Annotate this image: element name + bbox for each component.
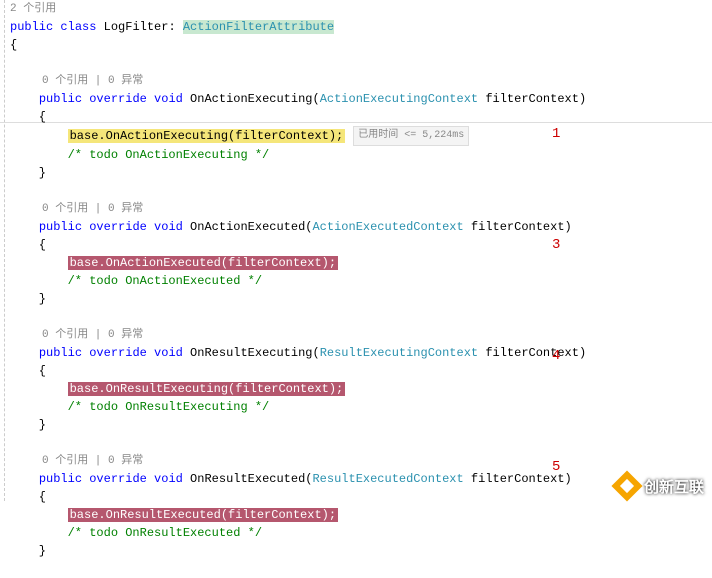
annotation-5: 5 — [552, 459, 560, 475]
base-class: ActionFilterAttribute — [183, 20, 334, 34]
code-editor[interactable]: 2 个引用 public class LogFilter: ActionFilt… — [0, 0, 712, 578]
codelens-method[interactable]: 0 个引用 | 0 异常 — [10, 200, 712, 218]
statement: base.OnActionExecuted(filterContext); — [10, 254, 712, 272]
brace-open: { — [10, 108, 712, 126]
watermark-icon — [611, 470, 642, 501]
blank-line — [10, 182, 712, 200]
blank-line — [10, 308, 712, 326]
comment: /* todo OnActionExecuting */ — [10, 146, 712, 164]
brace-open: { — [10, 236, 712, 254]
method-signature: public override void OnActionExecuting(A… — [10, 90, 712, 108]
comment: /* todo OnResultExecuting */ — [10, 398, 712, 416]
statement: base.OnActionExecuting(filterContext);已用… — [10, 126, 712, 146]
blank-line — [10, 434, 712, 452]
class-declaration: public class LogFilter: ActionFilterAttr… — [10, 18, 712, 36]
indent-guide — [4, 0, 5, 501]
brace-open: { — [10, 488, 712, 506]
brace-open: { — [10, 362, 712, 380]
codelens-method[interactable]: 0 个引用 | 0 异常 — [10, 452, 712, 470]
blank-line — [10, 560, 712, 578]
method-signature: public override void OnActionExecuted(Ac… — [10, 218, 712, 236]
class-name: LogFilter — [104, 20, 169, 34]
watermark-text: 创新互联 — [644, 476, 704, 497]
blank-line — [10, 54, 712, 72]
perf-tip: 已用时间 <= 5,224ms — [353, 126, 469, 146]
brace-open: { — [10, 36, 712, 54]
comment: /* todo OnResultExecuted */ — [10, 524, 712, 542]
annotation-4: 4 — [552, 348, 560, 364]
brace-close: } — [10, 416, 712, 434]
keyword-public: public — [10, 20, 53, 34]
statement: base.OnResultExecuted(filterContext); — [10, 506, 712, 524]
comment: /* todo OnActionExecuted */ — [10, 272, 712, 290]
statement: base.OnResultExecuting(filterContext); — [10, 380, 712, 398]
brace-close: } — [10, 290, 712, 308]
method-signature: public override void OnResultExecuting(R… — [10, 344, 712, 362]
annotation-1: 1 — [552, 126, 560, 142]
watermark: 创新互联 — [616, 475, 704, 497]
brace-close: } — [10, 164, 712, 182]
annotation-3: 3 — [552, 237, 560, 253]
brace-close: } — [10, 542, 712, 560]
codelens-method[interactable]: 0 个引用 | 0 异常 — [10, 72, 712, 90]
codelens-method[interactable]: 0 个引用 | 0 异常 — [10, 326, 712, 344]
method-signature: public override void OnResultExecuted(Re… — [10, 470, 712, 488]
colon: : — [168, 20, 175, 34]
codelens-class[interactable]: 2 个引用 — [10, 0, 712, 18]
keyword-class: class — [60, 20, 96, 34]
